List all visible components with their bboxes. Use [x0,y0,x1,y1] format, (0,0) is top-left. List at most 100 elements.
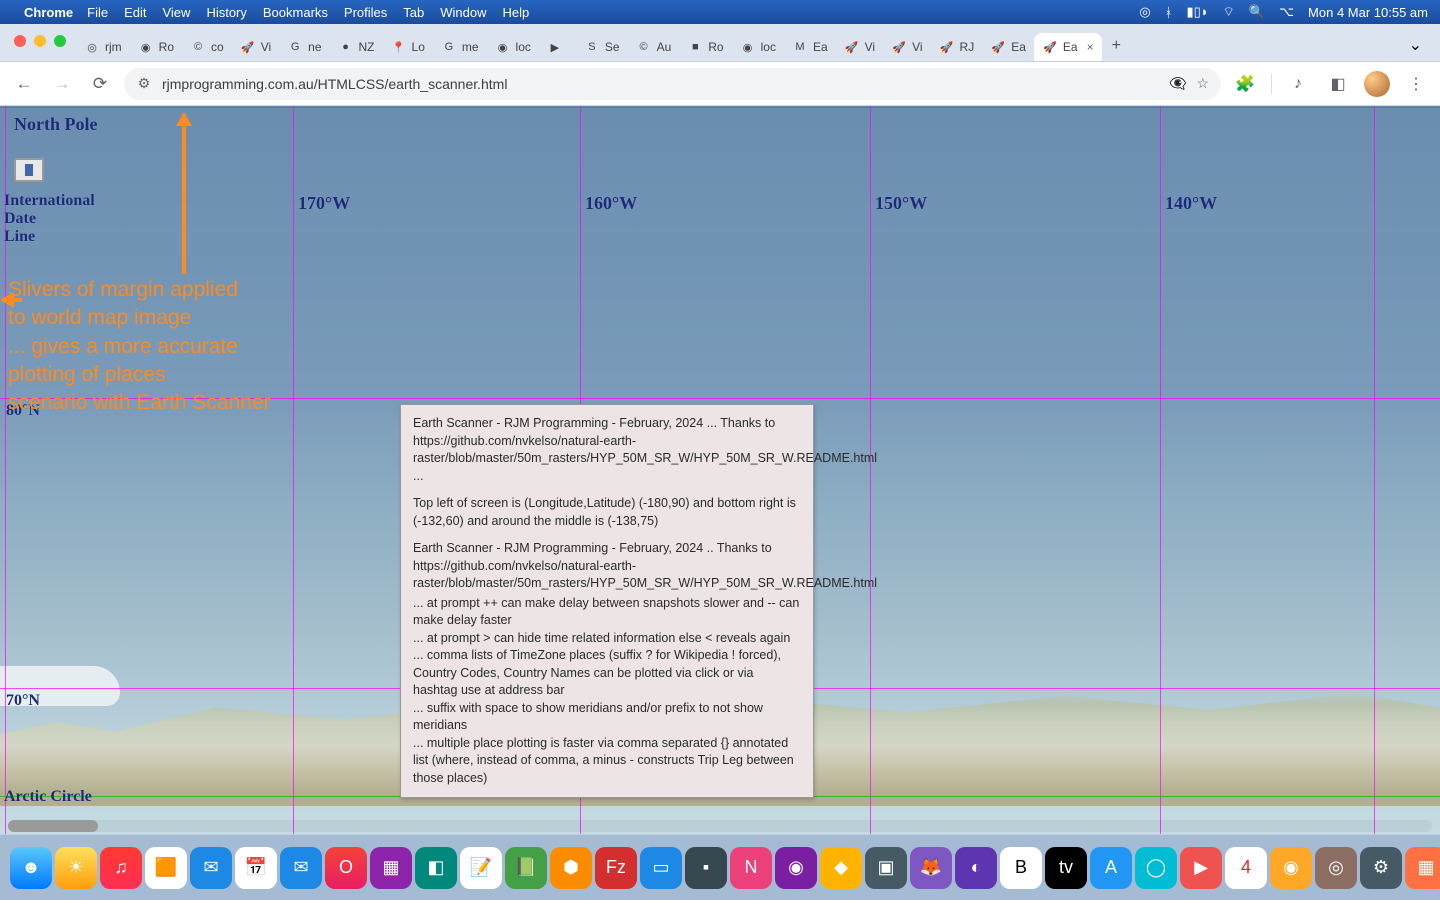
media-control-icon[interactable]: ♪ [1284,75,1312,93]
dock-app[interactable]: N [730,847,772,889]
spotlight-icon[interactable]: 🔍 [1249,4,1265,20]
bluetooth-icon[interactable]: ᚼ [1165,5,1173,20]
dock-app[interactable]: ✉ [280,847,322,889]
browser-tab[interactable]: 🚀Ea× [1034,33,1102,61]
dock-app[interactable]: ◯ [1135,847,1177,889]
dock-app[interactable]: ◧ [415,847,457,889]
extensions-icon[interactable]: 🧩 [1231,74,1259,94]
site-info-icon[interactable]: ⚙ [136,75,152,92]
browser-tab[interactable]: 🚀Ea [982,33,1034,61]
callout-line: to world map image [8,304,298,332]
dock-app[interactable]: ▦ [1405,847,1440,889]
tabs-overflow-button[interactable]: ⌄ [1399,31,1432,59]
dock-app-mail[interactable]: ✉ [190,847,232,889]
dock-app-terminal[interactable]: ▪ [685,847,727,889]
menu-profiles[interactable]: Profiles [344,5,387,20]
scrollbar-thumb[interactable] [8,820,98,832]
tab-favicon-icon: ◉ [495,39,511,55]
dock-app-filezilla[interactable]: Fz [595,847,637,889]
dock-app[interactable]: ◐ [955,847,997,889]
dock-app[interactable]: ◉ [1270,847,1312,889]
forward-button[interactable]: → [48,70,76,98]
dock-app[interactable]: ▣ [865,847,907,889]
idl-label: International Date Line [4,192,95,246]
browser-tab[interactable]: ©co [182,33,232,61]
page-viewport[interactable]: North Pole International Date Line 170°W… [0,106,1440,834]
zoom-window-button[interactable] [54,35,66,47]
browser-tab[interactable]: ◉Ro [130,33,182,61]
close-window-button[interactable] [14,35,26,47]
menu-view[interactable]: View [162,5,190,20]
dock-app[interactable]: ▶ [1180,847,1222,889]
browser-tab[interactable]: 🚀Vi [883,33,930,61]
dock-app[interactable]: ⬢ [550,847,592,889]
dock-app-tv[interactable]: tv [1045,847,1087,889]
browser-tab[interactable]: ■Ro [679,33,731,61]
menu-history[interactable]: History [206,5,246,20]
browser-tab[interactable]: ©Au [628,33,680,61]
tooltip-para: Earth Scanner - RJM Programming - Februa… [413,415,801,485]
dock-app[interactable]: ⚙ [1360,847,1402,889]
address-bar[interactable]: ⚙ rjmprogramming.com.au/HTMLCSS/earth_sc… [124,68,1221,100]
battery-icon[interactable]: ▮▯◗ [1186,4,1208,20]
menu-tab[interactable]: Tab [403,5,424,20]
control-center-icon[interactable]: ⌥ [1279,4,1294,20]
dock-app-zoom[interactable]: ▭ [640,847,682,889]
menu-file[interactable]: File [87,5,108,20]
menu-bookmarks[interactable]: Bookmarks [263,5,328,20]
side-panel-icon[interactable]: ◧ [1324,74,1352,94]
dock-app[interactable]: 🟧 [145,847,187,889]
horizontal-scrollbar[interactable] [8,820,1432,832]
dock-app-appstore[interactable]: A [1090,847,1132,889]
reload-button[interactable]: ⟳ [86,70,114,98]
incognito-eye-icon[interactable]: 👁‍🗨 [1169,75,1186,92]
chrome-menu-icon[interactable]: ⋮ [1402,74,1430,94]
dock-app[interactable]: ▦ [370,847,412,889]
dock-app[interactable]: ◉ [775,847,817,889]
browser-tab[interactable]: 🚀Vi [232,33,279,61]
tooltip-bullet: ... comma lists of TimeZone places (suff… [413,647,801,700]
dock-app[interactable]: 📗 [505,847,547,889]
dock-app-music[interactable]: ♫ [100,847,142,889]
new-tab-button[interactable]: + [1102,31,1131,61]
tab-favicon-icon: 🚀 [1042,39,1058,55]
browser-tab[interactable]: ▶ [539,33,576,61]
browser-tab[interactable]: 🚀Vi [836,33,883,61]
browser-tab[interactable]: Gne [279,33,329,61]
dock-app-podcasts[interactable]: ◎ [1315,847,1357,889]
dock-app[interactable]: ◆ [820,847,862,889]
tab-favicon-icon: 📍 [391,39,407,55]
tab-label: Ea [813,40,828,54]
menu-window[interactable]: Window [440,5,486,20]
callout-line: plotting of places [8,361,298,389]
dock-app-calendar[interactable]: 4 [1225,847,1267,889]
profile-avatar[interactable] [1364,71,1390,97]
browser-tab[interactable]: ●NZ [330,33,383,61]
browser-tab[interactable]: ◉loc [732,33,784,61]
wifi-icon[interactable]: ⌔ [1223,4,1235,20]
menubar-app-name[interactable]: Chrome [24,5,73,20]
browser-tab[interactable]: SSe [576,33,628,61]
minimize-window-button[interactable] [34,35,46,47]
dock-app-finder[interactable]: ☻ [10,847,52,889]
dock-app-calendar[interactable]: 📅 [235,847,277,889]
tab-label: co [211,40,224,54]
menubar-clock[interactable]: Mon 4 Mar 10:55 am [1308,5,1428,20]
browser-tab[interactable]: Gme [433,33,487,61]
menu-help[interactable]: Help [503,5,530,20]
dock-app-firefox[interactable]: 🦊 [910,847,952,889]
browser-tab[interactable]: MEa [784,33,836,61]
browser-tab[interactable]: ◎rjm [76,33,130,61]
browser-tab[interactable]: ◉loc [487,33,539,61]
dock-app[interactable]: B [1000,847,1042,889]
browser-tab[interactable]: 🚀RJ [931,33,983,61]
menu-edit[interactable]: Edit [124,5,146,20]
dock-app[interactable]: ☀ [55,847,97,889]
back-button[interactable]: ← [10,70,38,98]
screen-record-icon[interactable]: ◎ [1139,4,1150,20]
dock-app-opera[interactable]: O [325,847,367,889]
bookmark-star-icon[interactable]: ☆ [1196,75,1209,92]
dock-app-notes[interactable]: 📝 [460,847,502,889]
browser-tab[interactable]: 📍Lo [383,33,433,61]
tab-close-icon[interactable]: × [1087,40,1094,54]
